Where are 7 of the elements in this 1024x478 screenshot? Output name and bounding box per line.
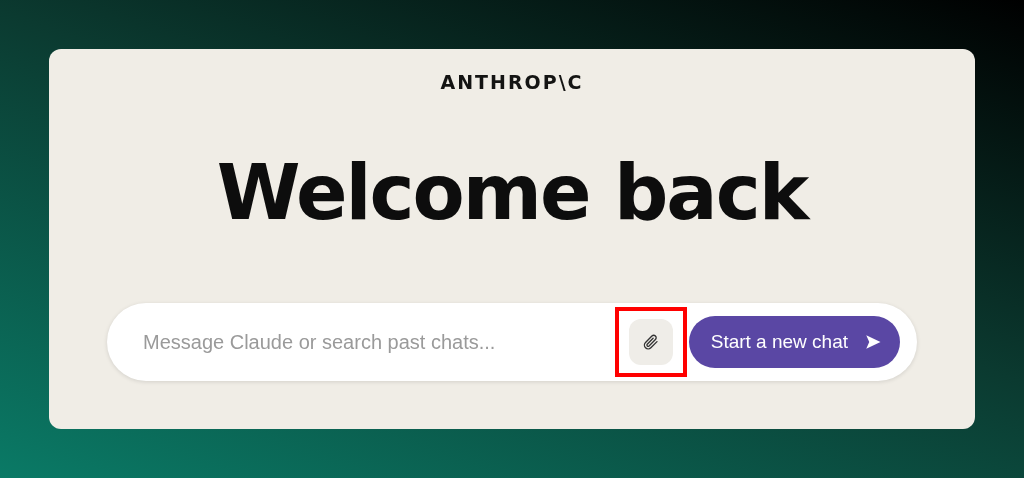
- send-icon: [864, 333, 882, 351]
- heading: Welcome back: [216, 155, 808, 231]
- paperclip-icon: [641, 333, 660, 351]
- attach-button[interactable]: [628, 319, 673, 365]
- message-field[interactable]: Message Claude or search past chats... Start a new chat: [107, 303, 917, 381]
- start-chat-button[interactable]: Start a new chat: [688, 316, 900, 368]
- logo: ANTHROP\C: [440, 71, 584, 93]
